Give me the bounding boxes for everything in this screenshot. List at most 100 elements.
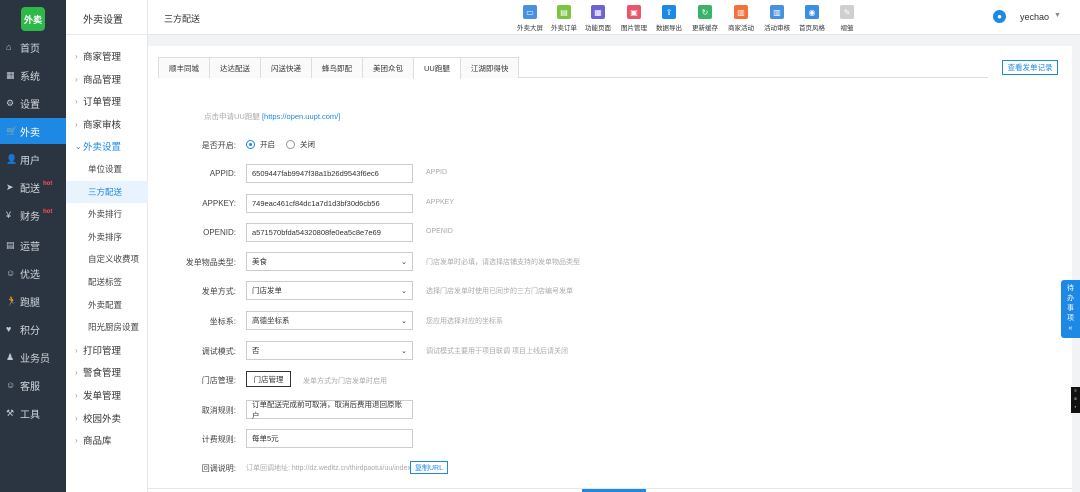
chevron-down-icon[interactable]: ▼ (1054, 12, 1061, 19)
sub-nav-child[interactable]: 外卖配置 (66, 294, 148, 316)
appid-label: APPID: (209, 169, 236, 178)
sub-nav-child[interactable]: 阳光厨房设置 (66, 316, 148, 338)
sub-nav-group-open[interactable]: ⌄ 外卖设置 (66, 135, 148, 157)
sub-nav-item[interactable]: › 商家审核 (66, 113, 148, 135)
nav-label: 优选 (20, 269, 40, 281)
nav-icon: 🏃 (6, 295, 18, 306)
toolbar-button[interactable]: ▣ 图片管理 (614, 5, 654, 32)
view-send-log-button[interactable]: 查看发单记录 (1002, 60, 1058, 75)
nav-icon: ⌂ (6, 42, 12, 52)
toolbar-button[interactable]: ▥ 活动审核 (757, 5, 797, 32)
store-manage-button[interactable]: 门店管理 (246, 371, 291, 387)
sub-nav-item[interactable]: › 商品库 (66, 429, 148, 451)
apply-prefix: 点击申请UU跑腿 (204, 112, 260, 121)
enable-off-radio[interactable]: 关闭 (286, 139, 315, 150)
nav-item-1[interactable]: ▦ 系统 (0, 62, 66, 88)
coord-select[interactable]: 高德坐标系 ⌄ (246, 311, 413, 330)
sub-nav-child[interactable]: 单位设置 (66, 158, 148, 180)
sub-nav-item[interactable]: › 打印管理 (66, 339, 148, 361)
toolbar-label: 图片管理 (621, 25, 647, 32)
chevron-down-icon: ⌄ (75, 141, 82, 151)
toolbar-button[interactable]: ▦ 功能页面 (578, 5, 618, 32)
openid-input[interactable]: a571570bfda54320808fe0ea5c8e7e69 (246, 223, 413, 242)
sub-nav-child[interactable]: 外卖排序 (66, 226, 148, 248)
tab-provider[interactable]: UU跑腿 (413, 57, 461, 79)
user-name[interactable]: yechao (1020, 12, 1049, 22)
nav-item-5[interactable]: ➤ 配送 hot (0, 174, 66, 200)
debug-value: 否 (252, 346, 260, 355)
tab-provider[interactable]: 美团众包 (362, 57, 414, 78)
sub-nav-item[interactable]: › 警食管理 (66, 361, 148, 383)
user-avatar-icon[interactable]: ● (993, 10, 1006, 23)
toolbar-button[interactable]: ◉ 首页风格 (792, 5, 832, 32)
nav-item-8[interactable]: ☺ 优选 (0, 260, 66, 286)
goods-type-select[interactable]: 美食 ⌄ (246, 252, 413, 271)
app-logo[interactable]: 外卖 (21, 7, 45, 31)
tab-provider[interactable]: 达达配送 (209, 57, 261, 78)
nav-item-11[interactable]: ♟ 业务员 (0, 344, 66, 370)
nav-icon: ➤ (6, 181, 14, 192)
sub-nav-child[interactable]: 外卖排行 (66, 203, 148, 225)
tab-provider[interactable]: 顺丰同城 (158, 57, 210, 78)
todo-float-button[interactable]: 待办事项 « (1061, 280, 1080, 338)
appid-input[interactable]: 6509447fab9947f38a1b26d9543f6ec6 (246, 164, 413, 183)
coord-value: 高德坐标系 (252, 316, 290, 325)
sub-nav-item[interactable]: › 发单管理 (66, 384, 148, 406)
sub-nav-child[interactable]: 三方配送 (66, 181, 148, 203)
nav-item-4[interactable]: 👤 用户 (0, 146, 66, 172)
cancel-rule-input[interactable]: 订单配送完成前可取消，取消后费用退回原账户 (246, 400, 413, 420)
sub-nav-child[interactable]: 配送标签 (66, 271, 148, 293)
nav-item-6[interactable]: ¥ 财务 hot (0, 202, 66, 228)
nav-item-0[interactable]: ⌂ 首页 (0, 34, 66, 60)
debug-select[interactable]: 否 ⌄ (246, 341, 413, 360)
nav-label: 积分 (20, 325, 40, 337)
divider (66, 34, 148, 35)
nav-item-2[interactable]: ⚙ 设置 (0, 90, 66, 116)
chevron-right-icon: › (75, 96, 78, 106)
nav-item-9[interactable]: 🏃 跑腿 (0, 288, 66, 314)
apply-link-row: 点击申请UU跑腿 [https://open.uupt.com/] (204, 111, 340, 122)
delivery-provider-tabs: 顺丰同城 达达配送 闪送快递 蜂鸟即配 美团众包 UU跑腿 江湖即得快 (158, 57, 988, 79)
sub-nav-child[interactable]: 自定义收费项 (66, 248, 148, 270)
sub-nav-item[interactable]: › 商家管理 (66, 45, 148, 67)
tab-provider[interactable]: 江湖即得快 (459, 57, 520, 78)
radio-icon (286, 140, 295, 149)
toolbar-button[interactable]: ↻ 更新缓存 (685, 5, 725, 32)
sub-nav-label: 打印管理 (83, 346, 122, 357)
sub-nav-item[interactable]: › 商品管理 (66, 68, 148, 90)
nav-icon: ▤ (6, 239, 15, 250)
toolbar-button[interactable]: ⇪ 数据导出 (649, 5, 689, 32)
enable-label: 是否开启: (201, 141, 236, 150)
copy-url-button[interactable]: 复制URL (410, 461, 448, 474)
nav-item-10[interactable]: ♥ 积分 (0, 316, 66, 342)
chevron-down-icon: ⌄ (401, 347, 407, 355)
appkey-input[interactable]: 749eac461cf84dc1a7d1d3bf30d6cb56 (246, 194, 413, 213)
nav-item-13[interactable]: ⚒ 工具 (0, 400, 66, 426)
send-mode-select[interactable]: 门店发单 ⌄ (246, 281, 413, 300)
toolbar-icon: ▣ (627, 5, 641, 19)
nav-icon: ⚒ (6, 407, 15, 418)
toolbar-icon: ▤ (557, 5, 571, 19)
toolbar-label: 活动审核 (764, 25, 790, 32)
tab-provider[interactable]: 蜂鸟即配 (311, 57, 363, 78)
nav-item-12[interactable]: ☺ 客服 (0, 372, 66, 398)
top-header: 三方配送 ▭ 外卖大屏 ▤ 外卖订单 ▦ 功能页面 ▣ 图片管理 ⇪ 数据导出 ↻ 更新缓存 ▥ 商家活动… (148, 0, 1080, 35)
sub-nav-item[interactable]: › 订单管理 (66, 90, 148, 112)
sub-nav-item[interactable]: › 校园外卖 (66, 407, 148, 429)
fee-rule-input[interactable]: 每单5元 (246, 429, 413, 448)
secondary-sidebar-title: 外卖设置 (83, 15, 123, 26)
nav-icon: ⚙ (6, 97, 15, 108)
enable-on-radio[interactable]: 开启 (246, 139, 275, 150)
tab-provider[interactable]: 闪送快递 (260, 57, 312, 78)
apply-url-link[interactable]: [https://open.uupt.com/] (262, 112, 340, 121)
side-mini-widget[interactable]: ≡ 5 ▪ (1071, 387, 1080, 413)
nav-label: 业务员 (20, 353, 50, 365)
toolbar-button[interactable]: ▥ 商家活动 (721, 5, 761, 32)
toolbar-label: 首页风格 (799, 25, 825, 32)
nav-item-7[interactable]: ▤ 运营 (0, 232, 66, 258)
toolbar-icon: ◉ (805, 5, 819, 19)
nav-item-3[interactable]: 🛒 外卖 (0, 118, 66, 144)
nav-icon: 🛒 (6, 125, 18, 136)
toolbar-button[interactable]: ✎ 褶皱 (827, 5, 867, 32)
enable-off-label: 关闭 (300, 140, 315, 149)
